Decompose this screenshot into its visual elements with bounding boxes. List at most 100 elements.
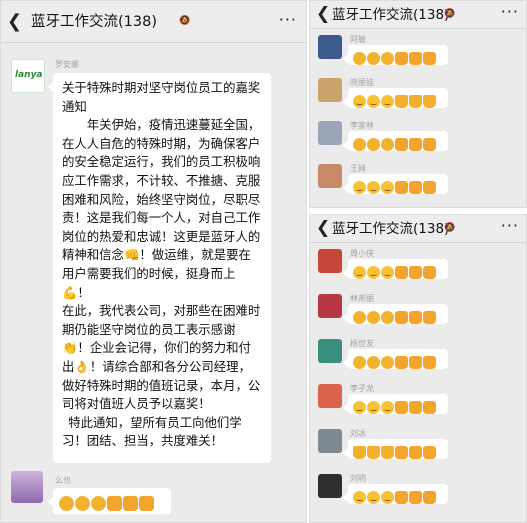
- post-body: 年关伊始，疫情迅速蔓延全国，在人人自危的特殊时期，为确保客户的安全稳定运行，我们…: [62, 116, 263, 451]
- face-emoji-icon: [353, 95, 366, 108]
- fist-emoji-icon: [423, 52, 436, 65]
- sender-name: 晓丽娃: [350, 78, 374, 87]
- more-dots-icon[interactable]: ···: [279, 1, 297, 39]
- bell-off-icon: 🔕: [444, 223, 456, 233]
- chevron-left-icon[interactable]: ❮: [316, 217, 330, 239]
- fist-emoji-icon: [409, 446, 422, 459]
- emoji-message[interactable]: [343, 131, 448, 151]
- fist-emoji-icon: [409, 311, 422, 324]
- emoji-message[interactable]: [343, 484, 448, 504]
- clap-emoji-icon: [59, 496, 74, 511]
- chat-title: 蓝牙工作交流(138): [332, 7, 450, 23]
- emoji-message[interactable]: [343, 174, 448, 194]
- fist-emoji-icon: [423, 311, 436, 324]
- sender-name: 罗安娜: [55, 60, 79, 69]
- sender-name: 刘明: [350, 474, 366, 483]
- fist-emoji-icon: [395, 356, 408, 369]
- emoji-message[interactable]: [343, 88, 448, 108]
- bell-off-icon: 🔕: [444, 9, 456, 19]
- clap-emoji-icon: [381, 52, 394, 65]
- face-emoji-icon: [381, 95, 394, 108]
- face-emoji-icon: [381, 491, 394, 504]
- emoji-message[interactable]: [48, 488, 171, 514]
- face-emoji-icon: [353, 491, 366, 504]
- avatar[interactable]: [318, 35, 342, 59]
- fist-emoji-icon: [423, 181, 436, 194]
- chat-title: 蓝牙工作交流(138): [31, 14, 157, 30]
- fist-emoji-icon: [409, 138, 422, 151]
- more-dots-icon[interactable]: ···: [501, 1, 519, 23]
- fist-emoji-icon: [395, 181, 408, 194]
- clap-emoji-icon: [353, 138, 366, 151]
- emoji-message[interactable]: [343, 439, 448, 459]
- sender-name: 李子龙: [350, 384, 374, 393]
- clap-emoji-icon: [353, 52, 366, 65]
- sender-name: 王妹: [350, 164, 366, 173]
- clap-emoji-icon: [367, 356, 380, 369]
- fist-emoji-icon: [395, 138, 408, 151]
- face-emoji-icon: [381, 401, 394, 414]
- fist-emoji-icon: [123, 496, 138, 511]
- avatar[interactable]: [11, 471, 43, 503]
- avatar[interactable]: [318, 249, 342, 273]
- chat-header: ❮ 蓝牙工作交流(138) 🔕 ···: [310, 1, 526, 29]
- emoji-message[interactable]: [343, 259, 448, 279]
- avatar[interactable]: [318, 121, 342, 145]
- thumb-emoji-icon: [381, 446, 394, 459]
- emoji-message[interactable]: [343, 304, 448, 324]
- post-title: 关于特殊时期对坚守岗位员工的嘉奖通知: [62, 80, 261, 114]
- face-emoji-icon: [367, 266, 380, 279]
- avatar[interactable]: lanya: [11, 59, 45, 93]
- emoji-message[interactable]: [343, 349, 448, 369]
- avatar[interactable]: [318, 384, 342, 408]
- sender-name: 李家林: [350, 121, 374, 130]
- avatar[interactable]: [318, 339, 342, 363]
- more-dots-icon[interactable]: ···: [501, 215, 519, 237]
- sender-name: 刘冰: [350, 429, 366, 438]
- thumb-emoji-icon: [423, 95, 436, 108]
- fist-emoji-icon: [423, 401, 436, 414]
- fist-emoji-icon: [409, 266, 422, 279]
- fist-emoji-icon: [395, 401, 408, 414]
- fist-emoji-icon: [395, 52, 408, 65]
- face-emoji-icon: [353, 266, 366, 279]
- chevron-left-icon[interactable]: ❮: [316, 3, 330, 25]
- post-paragraph: 年关伊始，疫情迅速蔓延全国，在人人自危的特殊时期，为确保客户的安全稳定运行，我们…: [62, 117, 261, 300]
- face-emoji-icon: [367, 181, 380, 194]
- avatar[interactable]: [318, 294, 342, 318]
- sender-name: 林燕丽: [350, 294, 374, 303]
- fist-emoji-icon: [409, 491, 422, 504]
- clap-emoji-icon: [381, 138, 394, 151]
- fist-emoji-icon: [409, 356, 422, 369]
- face-emoji-icon: [381, 181, 394, 194]
- avatar[interactable]: [318, 429, 342, 453]
- emoji-message[interactable]: [343, 45, 448, 65]
- face-emoji-icon: [353, 181, 366, 194]
- announcement-message[interactable]: 关于特殊时期对坚守岗位员工的嘉奖通知 年关伊始，疫情迅速蔓延全国，在人人自危的特…: [48, 73, 271, 463]
- fist-emoji-icon: [395, 446, 408, 459]
- fist-emoji-icon: [395, 491, 408, 504]
- chat-title: 蓝牙工作交流(138): [332, 221, 450, 237]
- face-emoji-icon: [353, 401, 366, 414]
- fist-emoji-icon: [409, 401, 422, 414]
- chat-window-top-right: ❮ 蓝牙工作交流(138) 🔕 ··· 阿敏 晓丽娃 李家林 王妹: [309, 0, 527, 208]
- face-emoji-icon: [367, 95, 380, 108]
- fist-emoji-icon: [423, 356, 436, 369]
- emoji-message[interactable]: [343, 394, 448, 414]
- sender-name: 杨世友: [350, 339, 374, 348]
- post-paragraph: 特此通知，望所有员工向他们学习！团结、担当，共度难关！: [62, 414, 242, 449]
- clap-emoji-icon: [75, 496, 90, 511]
- chat-window-left: ❮ 蓝牙工作交流(138) 🔕 ··· lanya 罗安娜 关于特殊时期对坚守岗…: [0, 0, 307, 523]
- avatar[interactable]: [318, 78, 342, 102]
- clap-emoji-icon: [381, 356, 394, 369]
- thumb-emoji-icon: [353, 446, 366, 459]
- avatar[interactable]: [318, 474, 342, 498]
- clap-emoji-icon: [381, 311, 394, 324]
- avatar[interactable]: [318, 164, 342, 188]
- clap-emoji-icon: [367, 311, 380, 324]
- bell-off-icon: 🔕: [179, 16, 191, 26]
- chat-header: ❮ 蓝牙工作交流(138) 🔕 ···: [1, 1, 306, 43]
- fist-emoji-icon: [423, 446, 436, 459]
- chevron-left-icon[interactable]: ❮: [7, 11, 22, 33]
- fist-emoji-icon: [139, 496, 154, 511]
